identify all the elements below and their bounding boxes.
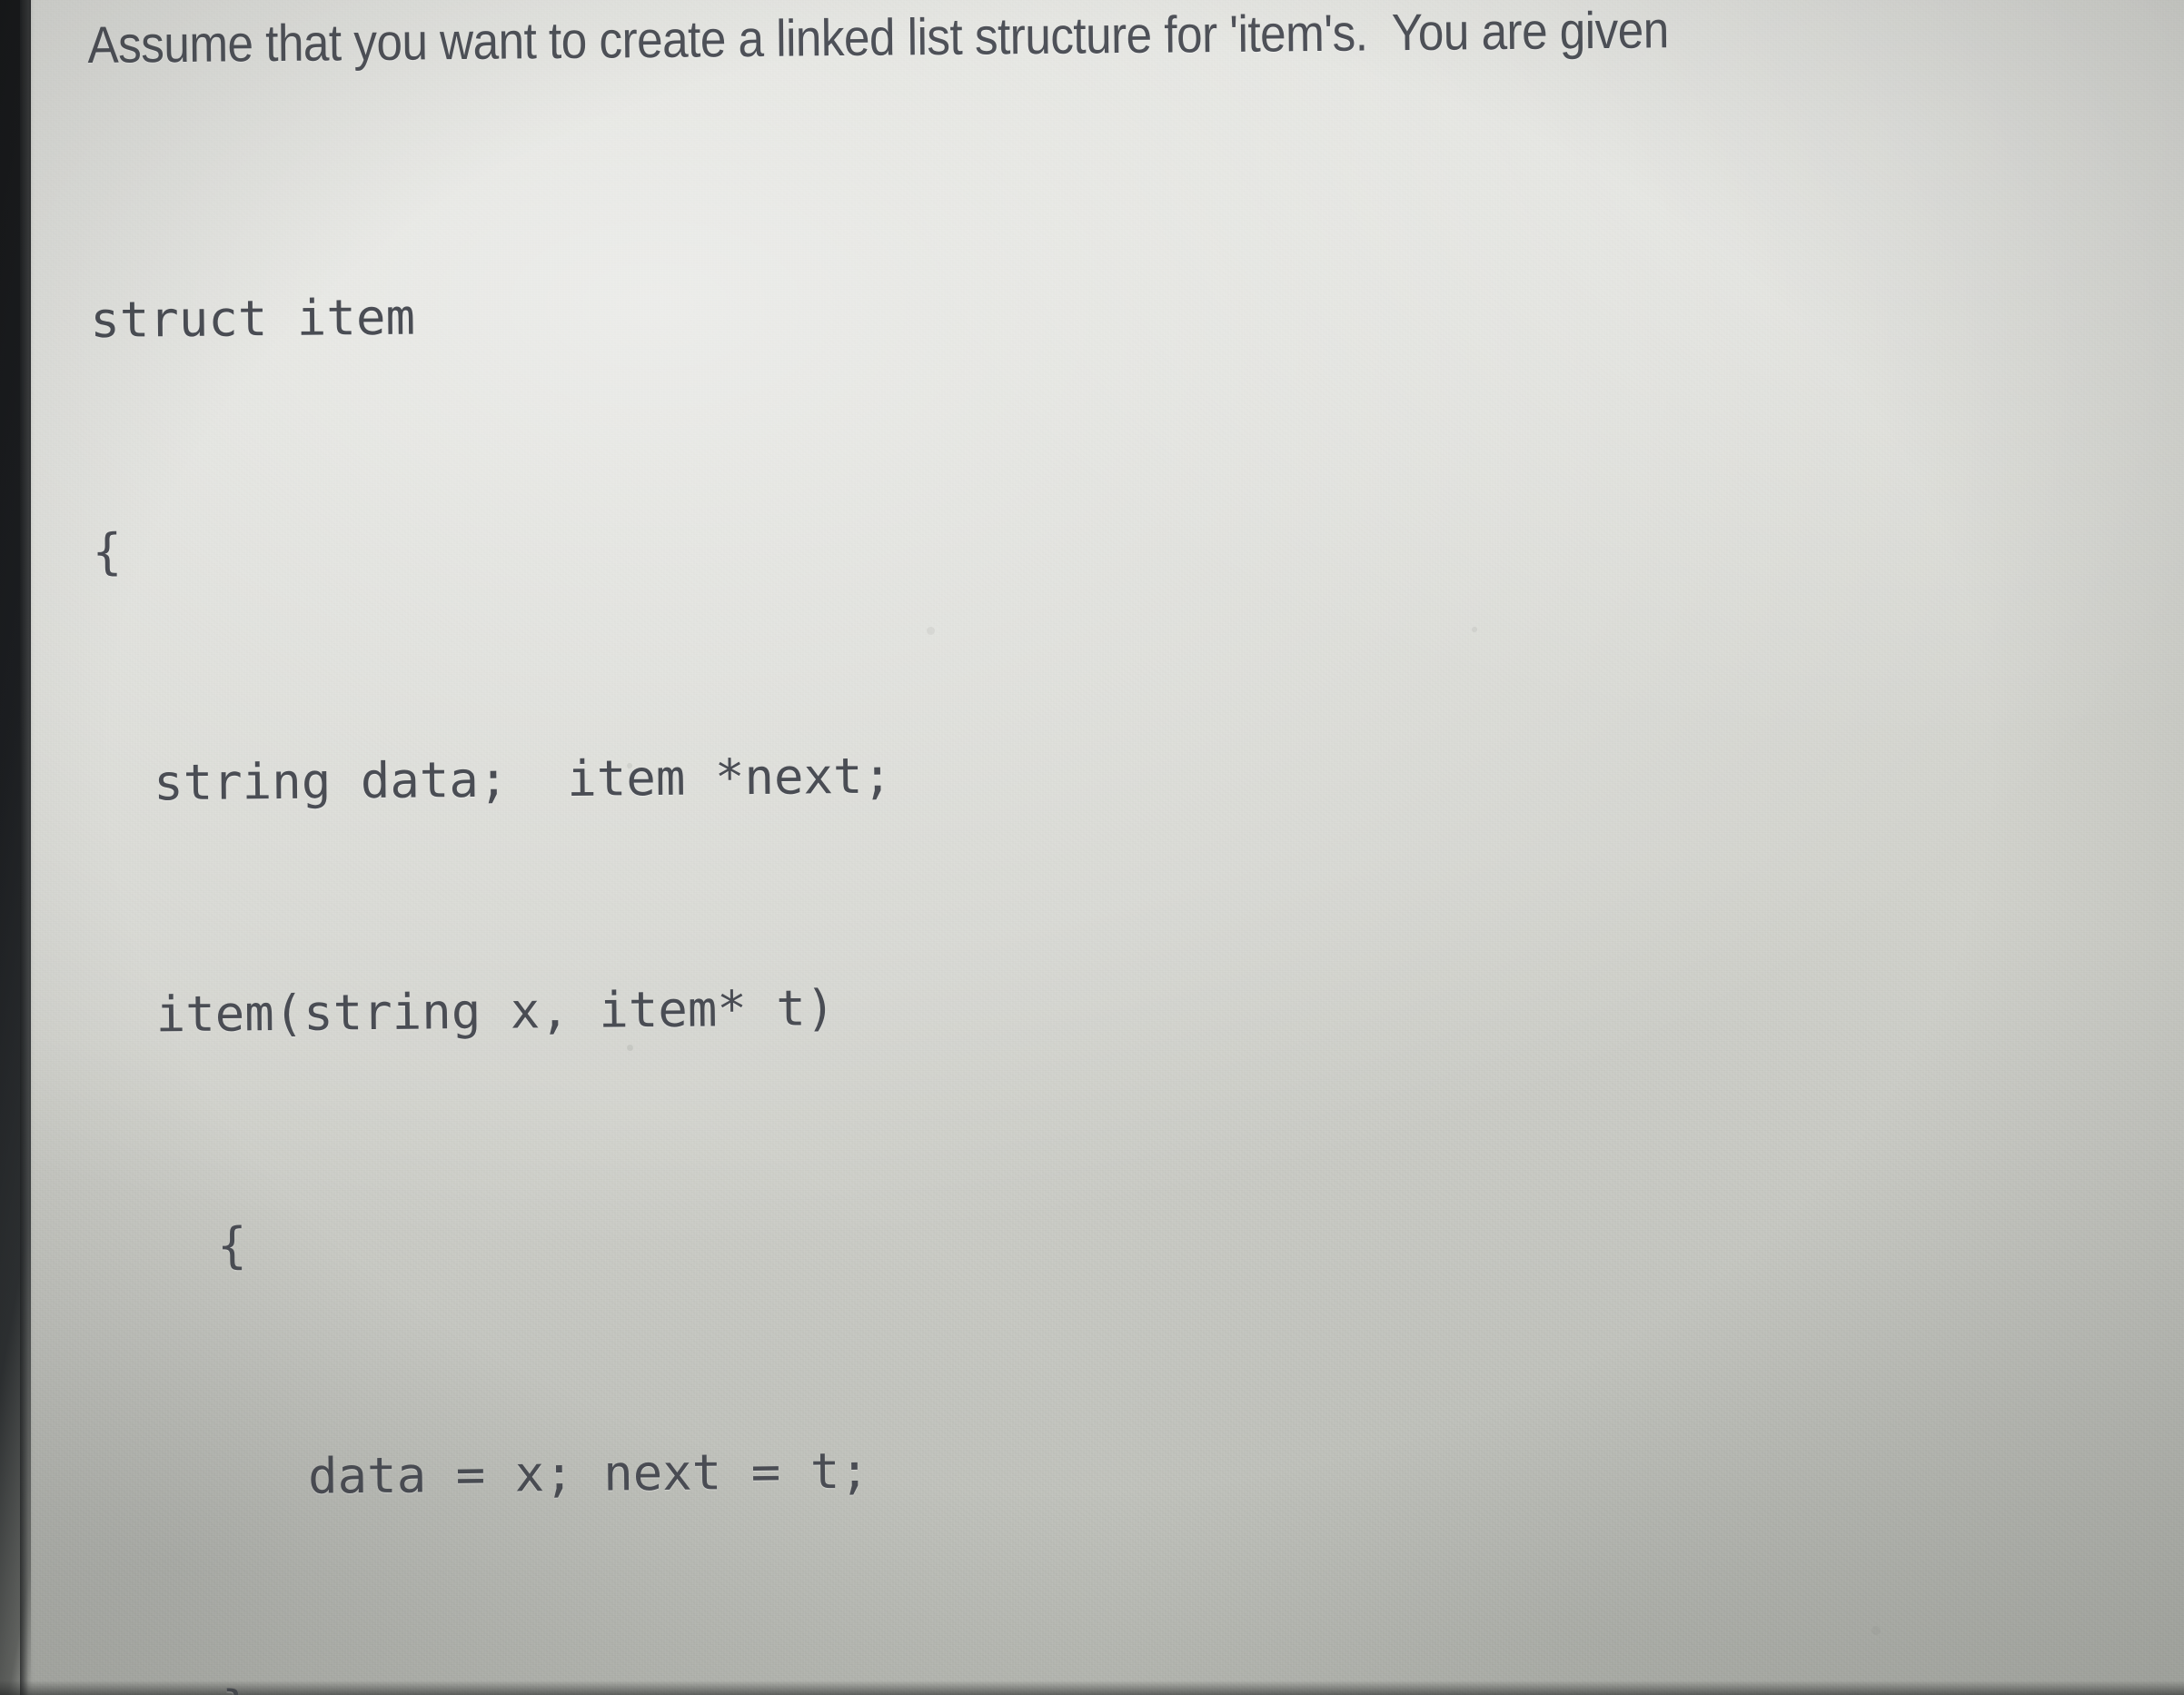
document-content: Assume that you want to create a linked …: [87, 0, 2159, 1695]
code-line: {: [92, 522, 123, 580]
code-line: data = x; next = t;: [101, 1442, 870, 1507]
code-line: struct item: [90, 288, 416, 349]
code-line: {: [98, 1216, 247, 1275]
struct-code-block: struct item { string data; item *next; i…: [88, 107, 2151, 1695]
code-line: item(string x, item* t): [96, 979, 836, 1044]
left-edge-highlight: [20, 0, 35, 1695]
code-line: }: [104, 1651, 2149, 1695]
document-page: Assume that you want to create a linked …: [0, 0, 2184, 1695]
code-line: string data; item *next;: [94, 747, 893, 812]
